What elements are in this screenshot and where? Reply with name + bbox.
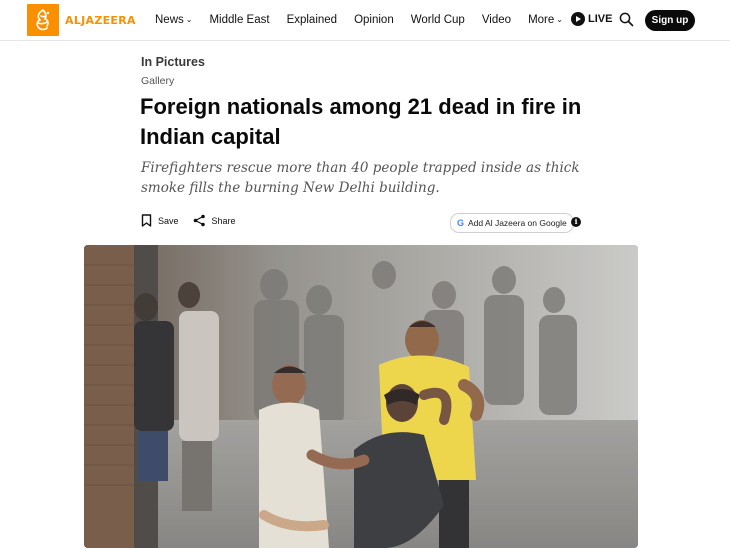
live-button[interactable]: LIVE bbox=[571, 12, 612, 26]
save-button[interactable]: Save bbox=[141, 214, 179, 227]
info-icon[interactable]: i bbox=[571, 217, 581, 227]
rescue-scene-image bbox=[84, 245, 638, 548]
add-on-google-button[interactable]: G Add Al Jazeera on Google bbox=[450, 213, 574, 233]
nav-item-more-label: More bbox=[528, 14, 555, 26]
nav-item-news[interactable]: News ⌄ bbox=[155, 14, 192, 26]
sign-up-button[interactable]: Sign up bbox=[645, 10, 695, 31]
nav-item-more[interactable]: More ⌄ bbox=[528, 14, 563, 26]
chevron-down-icon: ⌄ bbox=[185, 15, 193, 24]
nav-item-explained[interactable]: Explained bbox=[287, 14, 338, 26]
add-on-google-label: Add Al Jazeera on Google bbox=[468, 218, 567, 228]
article-actions: Save Share bbox=[141, 214, 250, 227]
play-icon bbox=[571, 12, 585, 26]
site-header: ALJAZEERA News ⌄ Middle East Explained Op… bbox=[0, 0, 730, 41]
nav-item-middle-east[interactable]: Middle East bbox=[209, 14, 269, 26]
page-title: Foreign nationals among 21 dead in fire … bbox=[140, 94, 582, 149]
share-icon bbox=[193, 214, 205, 227]
main-nav: News ⌄ Middle East Explained Opinion Worl… bbox=[155, 0, 580, 40]
save-label: Save bbox=[158, 215, 179, 226]
article-standfirst: Firefighters rescue more than 40 people … bbox=[141, 160, 580, 196]
share-button[interactable]: Share bbox=[193, 214, 236, 227]
aljazeera-logo[interactable]: ALJAZEERA bbox=[27, 4, 136, 36]
search-icon[interactable] bbox=[619, 12, 634, 32]
bookmark-icon bbox=[141, 214, 152, 227]
nav-item-news-label: News bbox=[155, 14, 184, 26]
nav-item-video[interactable]: Video bbox=[482, 14, 511, 26]
hero-image bbox=[84, 245, 638, 548]
nav-item-world-cup[interactable]: World Cup bbox=[411, 14, 465, 26]
google-icon: G bbox=[457, 218, 465, 228]
gallery-label: Gallery bbox=[141, 75, 175, 87]
live-label: LIVE bbox=[588, 13, 613, 25]
share-label: Share bbox=[211, 215, 236, 226]
logo-wordmark: ALJAZEERA bbox=[65, 13, 136, 27]
nav-item-opinion[interactable]: Opinion bbox=[354, 14, 394, 26]
chevron-down-icon: ⌄ bbox=[556, 15, 563, 24]
aljazeera-logo-mark-icon bbox=[27, 4, 59, 36]
section-label[interactable]: In Pictures bbox=[141, 55, 205, 69]
